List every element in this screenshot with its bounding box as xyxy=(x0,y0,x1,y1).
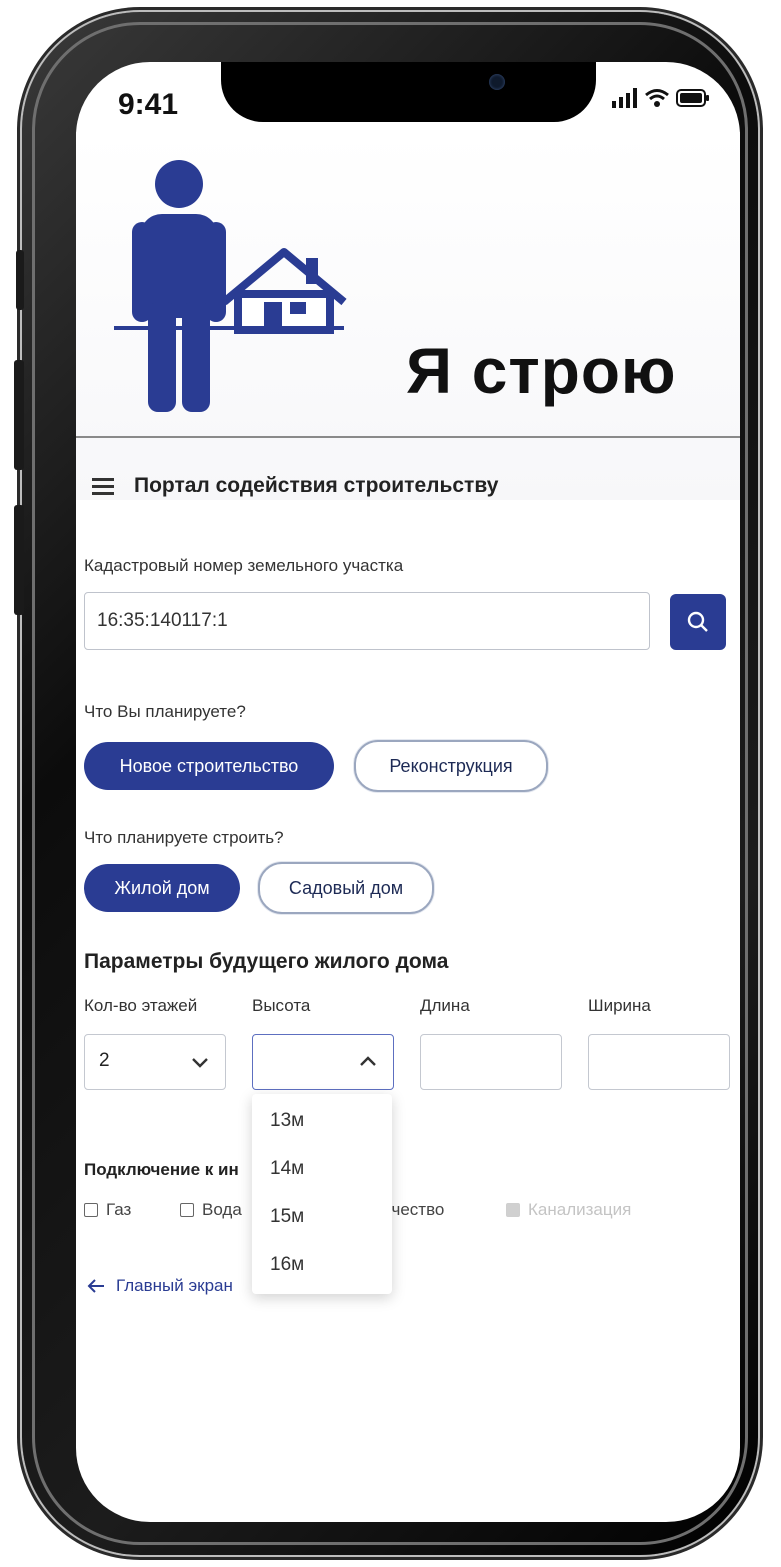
build-question: Что планируете строить? xyxy=(84,828,284,847)
water-checkbox[interactable] xyxy=(180,1203,194,1217)
floors-label: Кол-во этажей xyxy=(84,996,198,1015)
utilities-label-start: Подключение к ин xyxy=(84,1160,239,1179)
header-divider xyxy=(76,436,740,438)
sewerage-checkbox xyxy=(506,1203,520,1217)
search-icon xyxy=(687,611,708,632)
gas-checkbox[interactable] xyxy=(84,1203,98,1217)
width-label: Ширина xyxy=(588,996,651,1015)
height-option-14[interactable]: 14м xyxy=(270,1158,304,1180)
app-title: Я строю xyxy=(406,335,677,407)
wifi-icon xyxy=(645,89,669,107)
option-reconstruction[interactable]: Реконструкция xyxy=(354,740,548,792)
utility-water[interactable]: Вода xyxy=(180,1200,242,1220)
status-time: 9:41 xyxy=(118,88,179,121)
length-input[interactable] xyxy=(420,1034,562,1090)
height-select[interactable] xyxy=(252,1034,394,1090)
back-label: Главный экран xyxy=(116,1276,233,1295)
stage: 9:41 Я строю Портал содействия строитель… xyxy=(0,0,781,1567)
back-link[interactable]: Главный экран xyxy=(86,1276,233,1296)
floors-value: 2 xyxy=(99,1050,110,1071)
plan-question: Что Вы планируете? xyxy=(84,702,246,721)
status-icons xyxy=(612,88,710,108)
notch xyxy=(221,62,596,122)
length-label: Длина xyxy=(420,996,470,1015)
option-garden-house[interactable]: Садовый дом xyxy=(258,862,434,914)
height-option-13[interactable]: 13м xyxy=(270,1110,304,1132)
gas-label: Газ xyxy=(106,1200,132,1219)
option-new-construction[interactable]: Новое строительство xyxy=(84,742,334,790)
option-residential-house[interactable]: Жилой дом xyxy=(84,864,240,912)
height-option-15[interactable]: 15м xyxy=(270,1206,304,1228)
builder-house-logo-icon xyxy=(114,160,347,412)
nav-bar: Портал содействия строительству xyxy=(92,474,498,498)
search-button[interactable] xyxy=(670,594,726,650)
height-label: Высота xyxy=(252,996,311,1015)
params-title: Параметры будущего жилого дома xyxy=(84,950,449,973)
utility-gas[interactable]: Газ xyxy=(84,1200,131,1220)
cadastral-label: Кадастровый номер земельного участка xyxy=(84,556,404,575)
water-label: Вода xyxy=(202,1200,242,1219)
width-input[interactable] xyxy=(588,1034,730,1090)
utility-sewerage: Канализация xyxy=(506,1200,631,1220)
chevron-up-icon xyxy=(360,1056,376,1066)
chevron-down-icon xyxy=(192,1058,208,1068)
floors-select[interactable]: 2 xyxy=(84,1034,226,1090)
phone-volume-up xyxy=(14,360,24,470)
camera-icon xyxy=(489,74,505,90)
battery-icon xyxy=(676,89,709,107)
cadastral-input[interactable]: 16:35:140117:1 xyxy=(84,592,650,650)
sewerage-label: Канализация xyxy=(528,1200,632,1219)
arrow-left-icon xyxy=(87,1279,104,1293)
phone-screen: 9:41 Я строю Портал содействия строитель… xyxy=(76,62,740,1522)
phone-silent-switch xyxy=(16,250,24,310)
portal-title: Портал содействия строительству xyxy=(134,474,499,497)
height-dropdown: 13м 14м 15м 16м xyxy=(252,1094,392,1294)
phone-volume-down xyxy=(14,505,24,615)
app-header: Я строю xyxy=(76,132,740,500)
height-option-16[interactable]: 16м xyxy=(270,1254,304,1276)
hamburger-menu-icon[interactable] xyxy=(92,476,116,496)
signal-icon xyxy=(612,88,637,108)
